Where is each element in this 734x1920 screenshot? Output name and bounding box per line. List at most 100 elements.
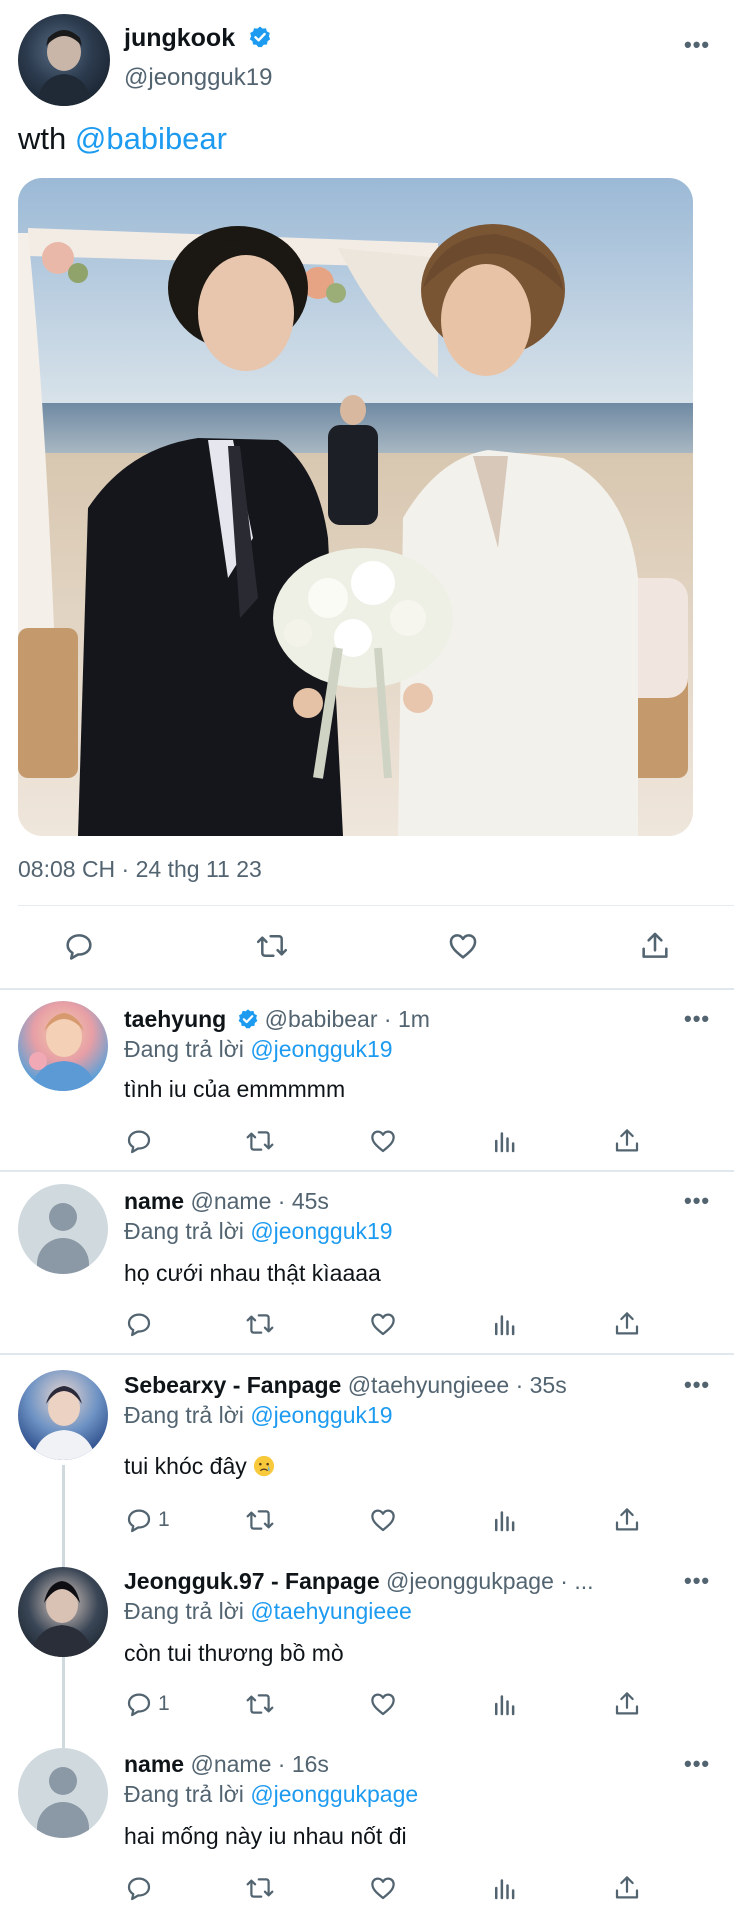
reply-tweet[interactable]: Jeongguk.97 - Fanpage @jeonggukpage · ..…: [0, 1550, 734, 1735]
reply-author-name[interactable]: Sebearxy - Fanpage: [124, 1372, 341, 1398]
more-options-icon[interactable]: •••: [684, 1568, 710, 1594]
reply-author-handle[interactable]: @taehyungieee: [348, 1372, 509, 1398]
share-button[interactable]: [612, 1689, 642, 1719]
default-avatar-head: [49, 1203, 77, 1231]
reply-time[interactable]: 45s: [292, 1188, 329, 1214]
reply-text: còn tui thương bồ mò: [124, 1640, 344, 1666]
replying-to-link[interactable]: @jeongguk19: [250, 1036, 392, 1062]
heart-icon: [371, 1877, 395, 1900]
views-icon: [495, 1695, 515, 1716]
share-icon: [615, 1876, 639, 1899]
retweet-button[interactable]: [244, 1505, 276, 1535]
tweet-mention-link[interactable]: @babibear: [75, 121, 227, 156]
reply-author-avatar[interactable]: [18, 1748, 108, 1838]
reply-author-avatar[interactable]: [18, 1184, 108, 1274]
share-icon: [615, 1692, 639, 1715]
reply-separator: ·: [509, 1372, 530, 1398]
like-button[interactable]: [446, 929, 480, 963]
reply-icon: [127, 1313, 151, 1337]
replying-to-link[interactable]: @jeongguk19: [250, 1218, 392, 1244]
reply-header: Jeongguk.97 - Fanpage @jeonggukpage · ..…: [124, 1568, 594, 1595]
views-button[interactable]: [490, 1126, 520, 1156]
like-button[interactable]: [368, 1873, 398, 1903]
reply-icon: [66, 934, 92, 960]
like-button[interactable]: [368, 1689, 398, 1719]
reply-time[interactable]: 35s: [530, 1372, 567, 1398]
reply-icon: [127, 1509, 151, 1533]
reply-author-avatar[interactable]: [18, 1567, 108, 1657]
share-icon: [615, 1508, 639, 1531]
reply-time[interactable]: 1m: [398, 1006, 430, 1032]
reply-author-name[interactable]: taehyung: [124, 1006, 226, 1032]
reply-author-name[interactable]: Jeongguk.97 - Fanpage: [124, 1568, 380, 1594]
reply-author-handle[interactable]: @name: [190, 1751, 271, 1777]
reply-author-handle[interactable]: @babibear: [265, 1006, 378, 1032]
more-options-icon[interactable]: •••: [684, 1188, 710, 1214]
tweet-photo[interactable]: [18, 178, 693, 836]
share-button[interactable]: [612, 1126, 642, 1156]
main-author-handle[interactable]: @jeongguk19: [124, 64, 272, 92]
reply-button[interactable]: [124, 1309, 158, 1339]
main-author-name-text[interactable]: jungkook: [124, 24, 235, 52]
replying-to-label: Đang trả lời: [124, 1218, 251, 1244]
views-button[interactable]: [490, 1873, 520, 1903]
retweet-button[interactable]: [244, 1873, 276, 1903]
reply-tweet[interactable]: name @name · 16s ••• Đang trả lời @jeong…: [0, 1735, 734, 1920]
views-button[interactable]: [490, 1505, 520, 1535]
more-options-icon[interactable]: •••: [684, 32, 710, 58]
share-button[interactable]: [612, 1873, 642, 1903]
reply-tweet[interactable]: name @name · 45s ••• Đang trả lời @jeong…: [0, 1172, 734, 1352]
retweet-icon: [246, 1131, 274, 1151]
reply-button[interactable]: [62, 929, 96, 963]
retweet-button[interactable]: [244, 1126, 276, 1156]
like-button[interactable]: [368, 1505, 398, 1535]
heart-icon: [371, 1693, 395, 1716]
reply-button[interactable]: 1: [124, 1505, 170, 1535]
replying-to-link[interactable]: @jeonggukpage: [250, 1781, 418, 1807]
share-icon: [615, 1129, 639, 1152]
reply-button[interactable]: [124, 1873, 158, 1903]
reply-author-name[interactable]: name: [124, 1188, 184, 1214]
reply-header: Sebearxy - Fanpage @taehyungieee · 35s: [124, 1372, 567, 1399]
main-author-avatar[interactable]: [18, 14, 110, 106]
reply-button[interactable]: [124, 1126, 158, 1156]
retweet-icon: [256, 935, 288, 957]
main-author-name[interactable]: jungkook: [124, 24, 272, 53]
reply-author-handle[interactable]: @jeonggukpage: [386, 1568, 554, 1594]
like-button[interactable]: [368, 1126, 398, 1156]
reply-icon: [127, 1130, 151, 1154]
reply-time[interactable]: 16s: [292, 1751, 329, 1777]
reply-separator: · ...: [553, 1568, 594, 1594]
reply-separator: ·: [271, 1751, 292, 1777]
reply-text: hai mống này iu nhau nốt đi: [124, 1823, 407, 1849]
reply-header: name @name · 45s: [124, 1188, 329, 1215]
replying-to: Đang trả lời @jeonggukpage: [124, 1781, 418, 1808]
more-options-icon[interactable]: •••: [684, 1751, 710, 1777]
more-options-icon[interactable]: •••: [684, 1372, 710, 1398]
reply-author-handle[interactable]: @name: [190, 1188, 271, 1214]
retweet-button[interactable]: [254, 929, 290, 963]
share-button[interactable]: [612, 1505, 642, 1535]
reply-tweet[interactable]: taehyung @babibear · 1m ••• Đang trả lời…: [0, 990, 734, 1170]
reply-author-name[interactable]: name: [124, 1751, 184, 1777]
replying-to: Đang trả lời @jeongguk19: [124, 1036, 393, 1063]
reply-count: 1: [158, 1508, 170, 1531]
reply-author-avatar[interactable]: [18, 1001, 108, 1091]
replying-to-link[interactable]: @jeongguk19: [250, 1402, 392, 1428]
share-button[interactable]: [612, 1309, 642, 1339]
retweet-button[interactable]: [244, 1689, 276, 1719]
views-button[interactable]: [490, 1309, 520, 1339]
share-button[interactable]: [638, 929, 672, 963]
like-button[interactable]: [368, 1309, 398, 1339]
reply-tweet[interactable]: Sebearxy - Fanpage @taehyungieee · 35s •…: [0, 1355, 734, 1550]
reply-author-avatar[interactable]: [18, 1370, 108, 1460]
replying-to-link[interactable]: @taehyungieee: [250, 1598, 411, 1624]
replying-to-label: Đang trả lời: [124, 1781, 251, 1807]
tweet-timestamp[interactable]: 08:08 CH · 24 thg 11 23: [18, 856, 262, 883]
views-button[interactable]: [490, 1689, 520, 1719]
retweet-button[interactable]: [244, 1309, 276, 1339]
share-icon: [642, 932, 668, 958]
reply-button[interactable]: 1: [124, 1689, 170, 1719]
views-icon: [495, 1132, 515, 1153]
more-options-icon[interactable]: •••: [684, 1006, 710, 1032]
